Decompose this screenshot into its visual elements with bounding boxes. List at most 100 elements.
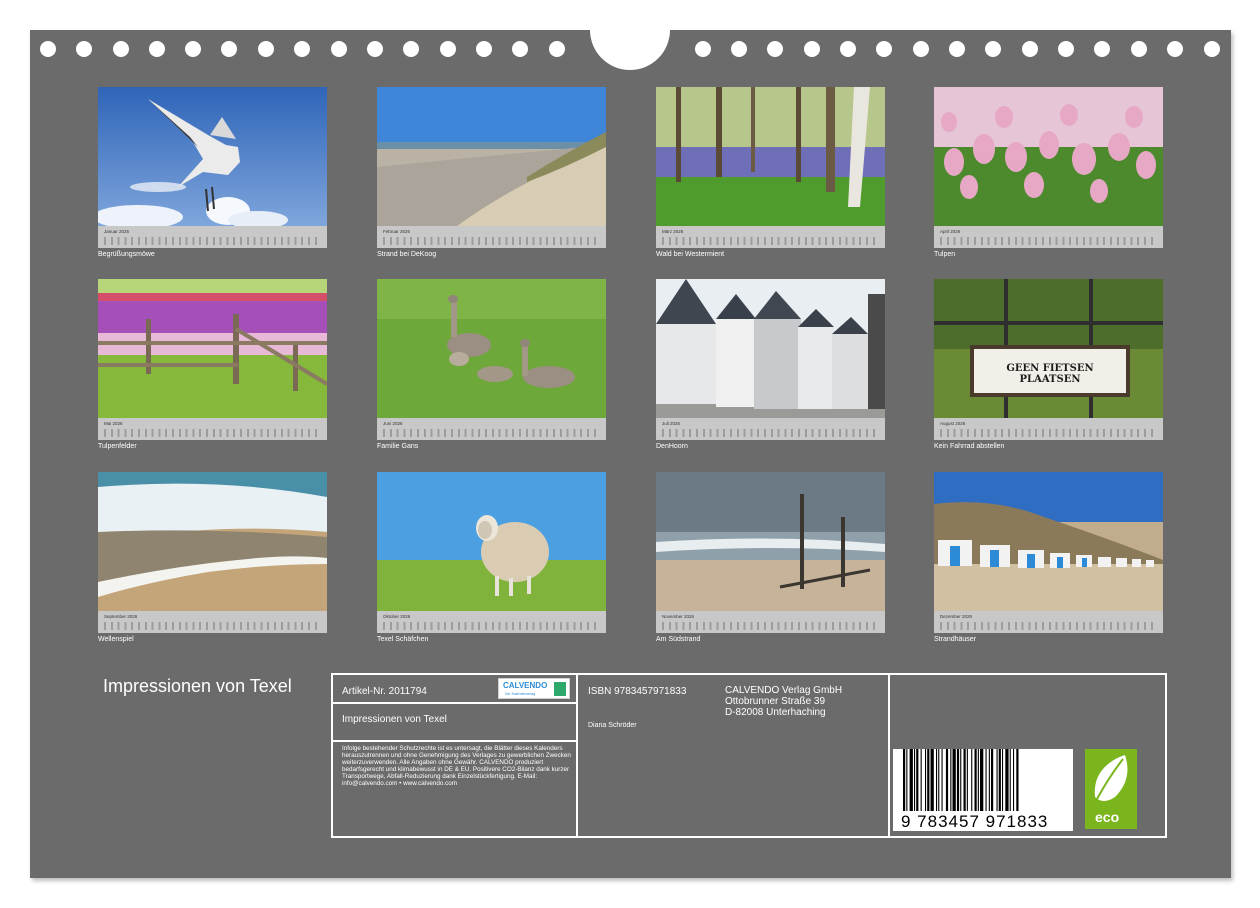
month-label: April 2026 xyxy=(940,229,961,234)
binding-hole xyxy=(367,41,383,57)
binding-hole xyxy=(876,41,892,57)
barcode-bar xyxy=(927,749,930,811)
binding-hole xyxy=(1094,41,1110,57)
barcode-bar xyxy=(909,749,913,811)
day-grid xyxy=(383,429,600,437)
photo-pink-tulips xyxy=(934,87,1163,226)
barcode-bar xyxy=(988,749,990,811)
month-label: Februar 2026 xyxy=(383,229,411,234)
photo-sheep xyxy=(377,472,606,611)
sign-text: GEEN FIETSEN PLAATSEN xyxy=(1006,363,1094,385)
calendar-title: Impressionen von Texel xyxy=(103,676,292,696)
day-grid xyxy=(662,429,879,437)
barcode-bar xyxy=(985,749,987,811)
binding-hole xyxy=(731,41,747,57)
binding-hole xyxy=(512,41,528,57)
month-label: November 2026 xyxy=(662,614,695,619)
logo-mark-icon xyxy=(554,682,566,696)
binding-hole xyxy=(76,41,92,57)
photo-bluebell-forest xyxy=(656,87,885,226)
barcode-bar xyxy=(941,749,943,811)
barcode-bar xyxy=(930,749,934,811)
month-thumb-february: Februar 2026 Strand bei DeKoog xyxy=(377,87,606,258)
month-label: Dezember 2026 xyxy=(940,614,973,619)
binding-hole xyxy=(40,41,56,57)
barcode-bar xyxy=(1002,749,1004,811)
month-thumb-may: Mai 2026 Tulpenfelder xyxy=(98,279,327,450)
binding-hole xyxy=(403,41,419,57)
photo-caption: Strand bei DeKoog xyxy=(377,251,437,258)
month-label: März 2026 xyxy=(662,229,684,234)
barcode-bar xyxy=(1009,749,1011,811)
barcode-bar xyxy=(906,749,908,811)
photo-tulip-fields-fence xyxy=(98,279,327,418)
photo-caption: Tulpenfelder xyxy=(98,443,137,450)
binding-hole xyxy=(1204,41,1220,57)
photo-caption: Kein Fahrrad abstellen xyxy=(934,443,1005,450)
isbn: ISBN 9783457971833 xyxy=(588,686,687,697)
binding-hole xyxy=(113,41,129,57)
month-strip: Juli 2026 xyxy=(656,418,885,440)
barcode-bar xyxy=(945,749,949,811)
month-thumb-january: Januar 2026 Begrüßungsmöwe xyxy=(98,87,327,258)
month-strip: Dezember 2026 xyxy=(934,611,1163,633)
publisher-city: D-82008 Unterhaching xyxy=(725,707,826,718)
barcode-bar xyxy=(925,749,927,811)
article-number: Artikel-Nr. 2011794 xyxy=(342,686,427,697)
month-thumb-june: Juni 2026 Familie Gans xyxy=(377,279,606,450)
month-thumb-april: April 2026 Tulpen xyxy=(934,87,1163,258)
barcode-bar xyxy=(974,749,977,811)
month-strip: Februar 2026 xyxy=(377,226,606,248)
barcode-bar xyxy=(980,749,984,811)
binding-hole xyxy=(258,41,274,57)
binding-hole xyxy=(294,41,310,57)
photo-geese-family xyxy=(377,279,606,418)
month-thumb-march: März 2026 Wald bei Westermient xyxy=(656,87,885,258)
month-strip: August 2026 xyxy=(934,418,1163,440)
binding-hole xyxy=(1131,41,1147,57)
barcode-bar xyxy=(960,749,962,811)
photo-beach-dunes xyxy=(377,87,606,226)
day-grid xyxy=(104,429,321,437)
binding-hole xyxy=(695,41,711,57)
day-grid xyxy=(940,237,1157,245)
month-label: August 2026 xyxy=(940,421,966,426)
day-grid xyxy=(104,622,321,630)
binding-hole xyxy=(913,41,929,57)
binding-hole xyxy=(985,41,1001,57)
binding-hole xyxy=(331,41,347,57)
photo-caption: Wald bei Westermient xyxy=(656,251,725,258)
month-label: Mai 2026 xyxy=(104,421,123,426)
photo-gabled-houses xyxy=(656,279,885,418)
month-strip: Mai 2026 xyxy=(98,418,327,440)
barcode-bar xyxy=(920,749,922,811)
calvendo-logo: CALVENDO Der Kalenderverlag xyxy=(498,678,570,699)
photo-sign-geen-fietsen-plaatsen: GEEN FIETSEN PLAATSEN xyxy=(934,279,1163,418)
binding-hole xyxy=(476,41,492,57)
binding-hole xyxy=(549,41,565,57)
photo-beach-poles xyxy=(656,472,885,611)
publisher-street: Ottobrunner Straße 39 xyxy=(725,696,826,707)
divider xyxy=(333,740,576,742)
binding-hole xyxy=(1058,41,1074,57)
barcode-bar xyxy=(971,749,973,811)
binding-hole xyxy=(1167,41,1183,57)
month-strip: Januar 2026 xyxy=(98,226,327,248)
photo-caption: Texel Schäfchen xyxy=(377,636,429,643)
binding-hole xyxy=(767,41,783,57)
day-grid xyxy=(662,622,879,630)
month-thumb-november: November 2026 Am Südstrand xyxy=(656,472,885,643)
binding-hole xyxy=(185,41,201,57)
month-strip: November 2026 xyxy=(656,611,885,633)
barcode-bar xyxy=(966,749,968,811)
binding-hole xyxy=(804,41,820,57)
day-grid xyxy=(383,237,600,245)
barcode-number: 9 783457 971833 xyxy=(901,812,1049,831)
barcode-bar xyxy=(938,749,940,811)
barcode-bar xyxy=(1013,749,1015,811)
binding-hole xyxy=(1022,41,1038,57)
barcode-bar xyxy=(916,749,919,811)
binding-hole xyxy=(949,41,965,57)
month-label: Oktober 2026 xyxy=(383,614,411,619)
month-thumb-december: Dezember 2026 Strandhäuser xyxy=(934,472,1163,643)
